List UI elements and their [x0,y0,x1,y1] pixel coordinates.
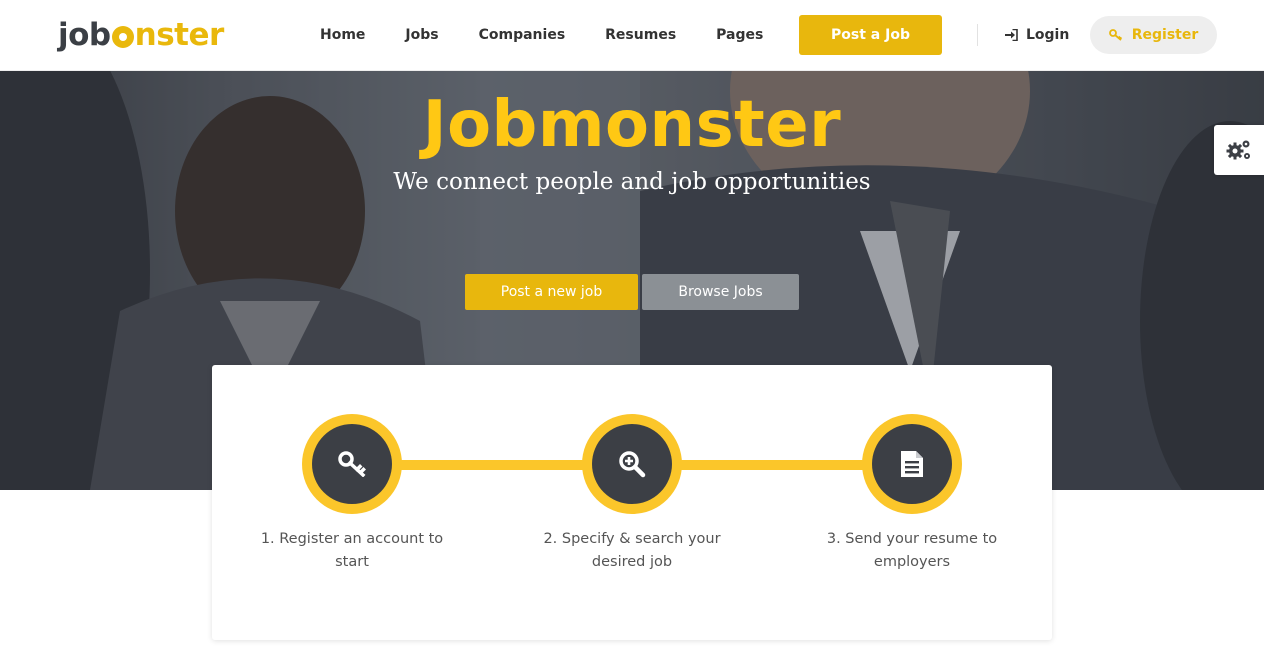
nav-pages[interactable]: Pages [696,27,783,43]
step-3-circle [862,414,962,514]
how-it-works-card: 1. Register an account to start 2. Speci… [212,365,1052,640]
gears-icon [1226,140,1250,160]
key-icon [338,451,366,477]
step-3-text: 3. Send your resume to employers [826,531,998,570]
nav-home[interactable]: Home [300,27,385,43]
post-new-job-button[interactable]: Post a new job [465,274,638,310]
nav-resumes[interactable]: Resumes [585,27,696,43]
header-divider [977,24,978,46]
step-1-text: 1. Register an account to start [260,531,444,570]
step-1-circle [302,414,402,514]
site-header: jobmnster Home Jobs Companies Resumes Pa… [0,0,1264,71]
post-a-job-button[interactable]: Post a Job [799,15,942,55]
step-2-text: 2. Specify & search your desired job [543,531,721,570]
browse-jobs-button[interactable]: Browse Jobs [642,274,799,310]
search-plus-icon [619,451,646,478]
hero-subtitle: We connect people and job opportunities [393,169,871,195]
main-nav: Home Jobs Companies Resumes Pages [300,0,783,70]
document-icon [901,451,923,477]
login-link[interactable]: Login [1005,25,1069,45]
step-2-circle [582,414,682,514]
key-icon [1108,29,1122,41]
logo-o-icon [111,26,134,48]
settings-panel-toggle[interactable] [1214,125,1264,175]
hero-title: Jobmonster [422,88,842,162]
nav-companies[interactable]: Companies [459,27,586,43]
register-button[interactable]: Register [1090,16,1217,54]
nav-jobs[interactable]: Jobs [385,27,458,43]
sign-in-icon [1005,29,1018,41]
site-logo[interactable]: jobmnster [58,13,224,57]
